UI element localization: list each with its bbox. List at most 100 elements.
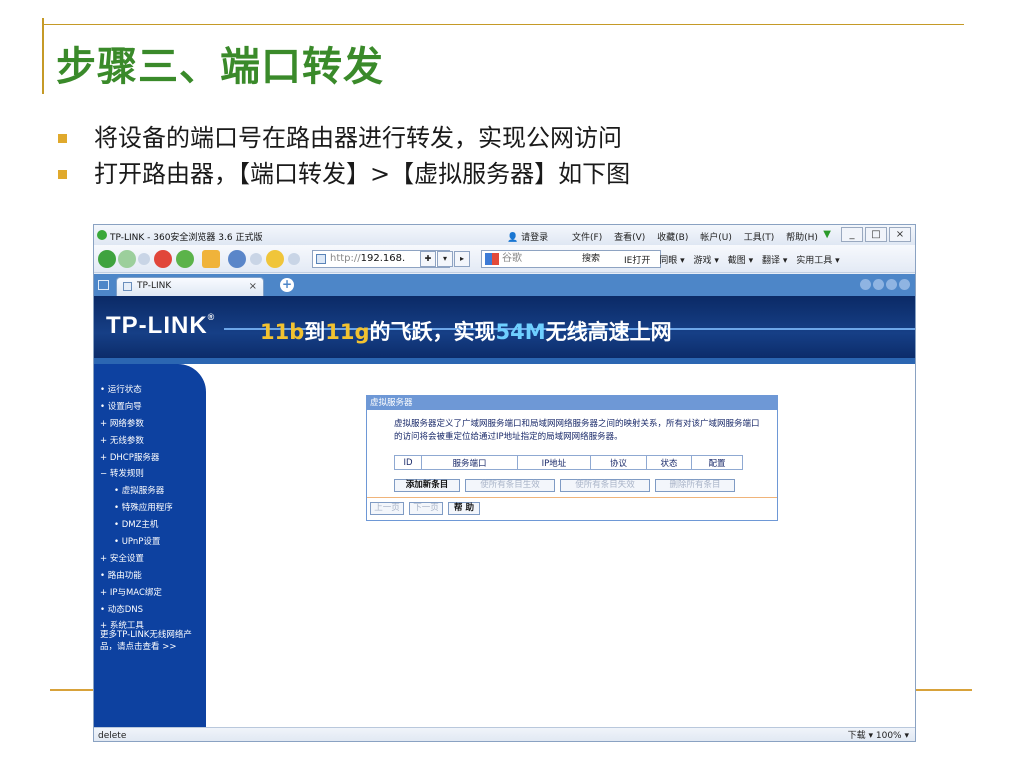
stop-icon[interactable] bbox=[154, 250, 172, 268]
login-label: 请登录 bbox=[521, 233, 549, 243]
slide-title: 步骤三、端口转发 bbox=[56, 43, 384, 90]
menu-account[interactable]: 帐户(U) bbox=[700, 233, 732, 243]
forward-icon[interactable] bbox=[118, 250, 136, 268]
virtual-server-panel: 虚拟服务器 虚拟服务器定义了广域网服务端口和局域网网络服务器之间的映射关系，所有… bbox=[366, 395, 778, 521]
toolbar-translate[interactable]: 翻译 ▾ bbox=[762, 256, 787, 266]
prev-page-button[interactable]: 上一页 bbox=[370, 502, 404, 515]
pin-icon[interactable]: ▼ bbox=[823, 229, 831, 240]
sidebar-item[interactable]: − 转发规则 bbox=[100, 466, 206, 483]
bullet-square-icon bbox=[58, 134, 67, 143]
sidebar-more-link[interactable]: 更多TP-LINK无线网络产品，请点击查看 >> bbox=[100, 629, 204, 653]
window-controls: _ □ × bbox=[839, 227, 911, 242]
page-icon bbox=[123, 282, 132, 291]
column-protocol: 协议 bbox=[590, 455, 647, 470]
column-id: ID bbox=[394, 455, 422, 470]
search-button[interactable]: 搜索 bbox=[582, 251, 600, 264]
slogan-part: 11g bbox=[325, 320, 370, 344]
tab-tplink[interactable]: TP-LINK × bbox=[116, 277, 264, 296]
tab-bar: TP-LINK × + bbox=[94, 274, 915, 296]
dropdown-icon[interactable] bbox=[250, 253, 262, 265]
toolbar-screenshot[interactable]: 截图 ▾ bbox=[728, 256, 753, 266]
slide-bullets: 将设备的端口号在路由器进行转发，实现公网访问 打开路由器，【端口转发】>【虚拟服… bbox=[58, 120, 630, 192]
refresh-icon[interactable] bbox=[176, 250, 194, 268]
toolbar-ie-open[interactable]: IE打开 bbox=[624, 256, 650, 266]
enable-all-button[interactable]: 使所有条目生效 bbox=[465, 479, 555, 492]
tab-list-icon[interactable] bbox=[98, 280, 109, 290]
slide-left-rule bbox=[42, 18, 44, 94]
menu-favorites[interactable]: 收藏(B) bbox=[657, 233, 688, 243]
sidebar-item[interactable]: • 运行状态 bbox=[100, 382, 206, 399]
login-link[interactable]: 👤 请登录 bbox=[507, 230, 548, 243]
slogan-part: 11b bbox=[260, 320, 305, 344]
add-entry-button[interactable]: 添加新条目 bbox=[394, 479, 460, 492]
sidebar-item[interactable]: • 路由功能 bbox=[100, 568, 206, 585]
toolbar-eye[interactable]: 同眼 ▾ bbox=[659, 256, 684, 266]
back-icon[interactable] bbox=[98, 250, 116, 268]
slide-bullet: 将设备的端口号在路由器进行转发，实现公网访问 bbox=[58, 120, 630, 156]
delete-all-button[interactable]: 删除所有条目 bbox=[655, 479, 735, 492]
undo-icon[interactable] bbox=[228, 250, 246, 268]
slide-bullet-text: 将设备的端口号在路由器进行转发，实现公网访问 bbox=[94, 124, 622, 152]
sidebar-item[interactable]: + 网络参数 bbox=[100, 416, 206, 433]
menu-file[interactable]: 文件(F) bbox=[572, 233, 602, 243]
tab-control-icon[interactable] bbox=[886, 279, 897, 290]
sidebar-item[interactable]: • UPnP设置 bbox=[100, 534, 206, 551]
menu-bar: 文件(F) 查看(V) 收藏(B) 帐户(U) 工具(T) 帮助(H) bbox=[572, 230, 827, 243]
go-icon[interactable]: ▸ bbox=[454, 251, 470, 267]
toolbar-utilities[interactable]: 实用工具 ▾ bbox=[796, 256, 839, 266]
slogan-part: 的飞跃，实现 bbox=[369, 320, 496, 344]
close-button[interactable]: × bbox=[889, 227, 911, 242]
maximize-button[interactable]: □ bbox=[865, 227, 887, 242]
tab-control-icon[interactable] bbox=[860, 279, 871, 290]
address-protocol: http:// bbox=[330, 253, 361, 264]
browser-logo-icon bbox=[97, 230, 107, 240]
sidebar-item[interactable]: • 虚拟服务器 bbox=[100, 483, 206, 500]
bullet-square-icon bbox=[58, 170, 67, 179]
column-config: 配置 bbox=[691, 455, 743, 470]
sidebar-item[interactable]: + IP与MAC绑定 bbox=[100, 585, 206, 602]
banner-strip bbox=[94, 358, 915, 364]
slide-bottom-rule-left bbox=[50, 689, 94, 691]
dropdown-icon[interactable] bbox=[138, 253, 150, 265]
navigation-toolbar: http://192.168. ✚ ▾ ▸ 谷歌 搜索 IE打开 同眼 ▾ 游戏… bbox=[94, 245, 915, 273]
pagination: 上一页 下一页 帮 助 bbox=[370, 502, 485, 515]
sidebar-item[interactable]: + 安全设置 bbox=[100, 551, 206, 568]
help-button[interactable]: 帮 助 bbox=[448, 502, 480, 515]
tab-control-icon[interactable] bbox=[899, 279, 910, 290]
sidebar-item[interactable]: • 特殊应用程序 bbox=[100, 500, 206, 517]
sidebar-item[interactable]: • 设置向导 bbox=[100, 399, 206, 416]
minimize-button[interactable]: _ bbox=[841, 227, 863, 242]
table-actions: 添加新条目 使所有条目生效 使所有条目失效 删除所有条目 bbox=[394, 479, 740, 492]
sidebar-item[interactable]: • 动态DNS bbox=[100, 602, 206, 619]
column-ip-address: IP地址 bbox=[517, 455, 591, 470]
security-icon[interactable]: ✚ bbox=[420, 251, 436, 267]
registered-mark: ® bbox=[207, 312, 216, 322]
panel-title: 虚拟服务器 bbox=[367, 396, 777, 410]
sidebar-item[interactable]: + DHCP服务器 bbox=[100, 450, 206, 467]
new-tab-icon[interactable]: + bbox=[280, 278, 294, 292]
address-host: 192.168. bbox=[360, 253, 406, 264]
next-page-button[interactable]: 下一页 bbox=[409, 502, 443, 515]
browser-titlebar: TP-LINK - 360安全浏览器 3.6 正式版 👤 请登录 文件(F) 查… bbox=[94, 225, 915, 245]
menu-view[interactable]: 查看(V) bbox=[614, 233, 645, 243]
page-icon bbox=[316, 254, 326, 264]
sidebar-item[interactable]: + 无线参数 bbox=[100, 433, 206, 450]
virtual-server-table: ID 服务端口 IP地址 协议 状态 配置 bbox=[394, 455, 743, 470]
toolbar-games[interactable]: 游戏 ▾ bbox=[693, 256, 718, 266]
sidebar-item[interactable]: • DMZ主机 bbox=[100, 517, 206, 534]
disable-all-button[interactable]: 使所有条目失效 bbox=[560, 479, 650, 492]
menu-help[interactable]: 帮助(H) bbox=[786, 233, 818, 243]
favorites-icon[interactable] bbox=[266, 250, 284, 268]
tab-label: TP-LINK bbox=[137, 281, 172, 291]
search-placeholder: 谷歌 bbox=[502, 253, 522, 264]
home-icon[interactable] bbox=[202, 250, 220, 268]
address-dropdown-icon[interactable]: ▾ bbox=[437, 251, 453, 267]
dropdown-icon[interactable] bbox=[288, 253, 300, 265]
tab-control-icon[interactable] bbox=[873, 279, 884, 290]
tab-close-icon[interactable]: × bbox=[249, 278, 257, 295]
window-title: TP-LINK - 360安全浏览器 3.6 正式版 bbox=[110, 233, 263, 243]
menu-tools[interactable]: 工具(T) bbox=[744, 233, 775, 243]
router-sidebar: • 运行状态 • 设置向导 + 网络参数 + 无线参数 + DHCP服务器 − 转发规则 •… bbox=[94, 364, 206, 727]
slide-bullet-text: 打开路由器，【端口转发】>【虚拟服务器】如下图 bbox=[94, 160, 631, 188]
status-text: delete bbox=[98, 731, 127, 741]
